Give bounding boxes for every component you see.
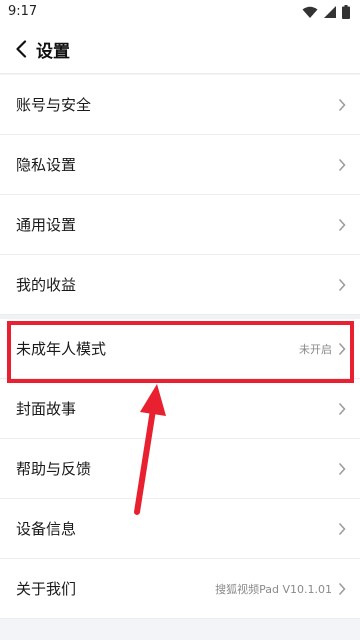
settings-item-label: 我的收益	[16, 276, 77, 294]
chevron-right-icon	[338, 462, 346, 476]
settings-item-device-info[interactable]: 设备信息	[0, 499, 360, 559]
chevron-right-icon	[338, 522, 346, 536]
settings-list: 账号与安全 隐私设置 通用设置 我的收益 未成年人模式 未开启 封面故事 帮助与…	[0, 75, 360, 619]
battery-icon	[342, 5, 350, 19]
chevron-right-icon	[338, 218, 346, 232]
settings-item-general[interactable]: 通用设置	[0, 195, 360, 255]
settings-item-label: 通用设置	[16, 216, 77, 234]
chevron-right-icon	[338, 402, 346, 416]
status-icons	[302, 5, 350, 19]
settings-item-minor-mode[interactable]: 未成年人模式 未开启	[0, 319, 360, 379]
signal-icon	[324, 5, 336, 18]
settings-screen: 9:17 设置 账号与安全 隐私设置 通用设置 我的收益 未成年人模式 未开启 …	[0, 0, 360, 640]
settings-item-label: 账号与安全	[16, 96, 92, 114]
status-time: 9:17	[8, 4, 38, 19]
chevron-right-icon	[338, 158, 346, 172]
settings-item-label: 隐私设置	[16, 156, 77, 174]
status-bar: 9:17	[0, 0, 360, 24]
minor-mode-status: 未开启	[299, 343, 332, 356]
chevron-right-icon	[338, 98, 346, 112]
app-version: 搜狐视频Pad V10.1.01	[215, 583, 332, 596]
wifi-icon	[302, 6, 318, 18]
page-title: 设置	[36, 42, 70, 62]
back-button[interactable]	[8, 34, 34, 64]
settings-item-earnings[interactable]: 我的收益	[0, 255, 360, 315]
settings-item-label: 设备信息	[16, 520, 77, 538]
settings-item-account-security[interactable]: 账号与安全	[0, 75, 360, 135]
header: 设置	[0, 24, 360, 74]
settings-item-help-feedback[interactable]: 帮助与反馈	[0, 439, 360, 499]
chevron-left-icon	[16, 40, 27, 58]
settings-item-label: 关于我们	[16, 580, 77, 598]
settings-item-label: 未成年人模式	[16, 340, 107, 358]
chevron-right-icon	[338, 342, 346, 356]
settings-item-privacy[interactable]: 隐私设置	[0, 135, 360, 195]
settings-item-label: 帮助与反馈	[16, 460, 92, 478]
settings-item-about[interactable]: 关于我们 搜狐视频Pad V10.1.01	[0, 559, 360, 619]
chevron-right-icon	[338, 582, 346, 596]
settings-item-label: 封面故事	[16, 400, 77, 418]
settings-item-cover-story[interactable]: 封面故事	[0, 379, 360, 439]
chevron-right-icon	[338, 278, 346, 292]
